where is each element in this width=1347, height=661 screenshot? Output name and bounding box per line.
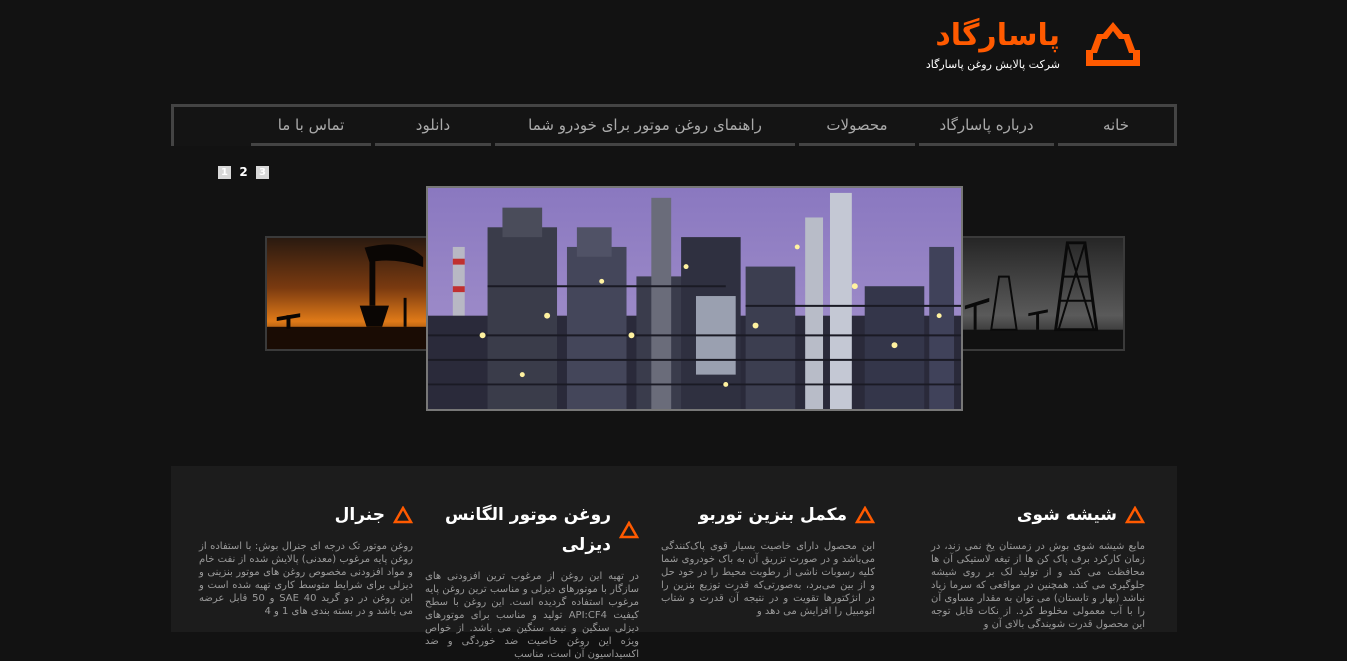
main-nav: خانه درباره پاسارگاد محصولات راهنمای روغ… bbox=[171, 104, 1177, 146]
product-title[interactable]: شیشه شوی bbox=[1017, 500, 1117, 530]
pager-page-1[interactable]: 1 bbox=[218, 166, 231, 179]
pyramid-bullet-icon bbox=[393, 506, 413, 524]
pager-page-2[interactable]: 2 bbox=[237, 166, 250, 179]
nav-item-download[interactable]: دانلود bbox=[375, 107, 491, 146]
pyramid-bullet-icon bbox=[619, 521, 639, 539]
nav-item-label: خانه bbox=[1102, 116, 1130, 134]
pyramid-bullet-icon bbox=[855, 506, 875, 524]
product-column: روغن موتور الگانس دیزلی در تهیه این روغن… bbox=[425, 500, 639, 661]
nav-item-label: محصولات bbox=[826, 116, 888, 134]
sunset-oil-pump-image bbox=[267, 238, 429, 349]
slide-left[interactable] bbox=[265, 236, 431, 351]
nav-item-products[interactable]: محصولات bbox=[799, 107, 915, 146]
slide-main[interactable] bbox=[426, 186, 963, 411]
product-heading: مکمل بنزین توربو bbox=[661, 500, 875, 530]
product-description: مایع شیشه شوی بوش در زمستان یخ نمی زند، … bbox=[931, 541, 1145, 630]
brand-title[interactable]: پاسارگاد bbox=[935, 18, 1060, 54]
product-description: روغن موتور تک درجه ای جنرال بوش: با استف… bbox=[199, 541, 413, 617]
nav-item-label: درباره پاسارگاد bbox=[939, 116, 1034, 134]
nav-item-oil-guide[interactable]: راهنمای روغن موتور برای خودرو شما bbox=[495, 107, 795, 146]
slider-pager: 1 2 3 bbox=[218, 166, 269, 179]
nav-item-label: دانلود bbox=[415, 116, 451, 134]
nav-item-label: راهنمای روغن موتور برای خودرو شما bbox=[528, 116, 762, 134]
pager-page-3[interactable]: 3 bbox=[256, 166, 269, 179]
products-panel: شیشه شوی مایع شیشه شوی بوش در زمستان یخ … bbox=[171, 466, 1177, 660]
pyramid-bullet-icon bbox=[1125, 506, 1145, 524]
product-heading: شیشه شوی bbox=[931, 500, 1145, 530]
oil-derricks-image bbox=[960, 238, 1123, 349]
product-title[interactable]: مکمل بنزین توربو bbox=[699, 500, 847, 530]
nav-item-contact[interactable]: تماس با ما bbox=[251, 107, 371, 146]
product-column: مکمل بنزین توربو این محصول دارای خاصیت ب… bbox=[661, 500, 875, 618]
product-title[interactable]: روغن موتور الگانس دیزلی bbox=[425, 500, 611, 560]
brand-subtitle: شرکت پالایش روغن پاسارگاد bbox=[925, 58, 1060, 71]
refinery-night-image bbox=[428, 188, 961, 409]
product-title[interactable]: جنرال bbox=[335, 500, 385, 530]
product-heading: جنرال bbox=[199, 500, 413, 530]
product-column: شیشه شوی مایع شیشه شوی بوش در زمستان یخ … bbox=[931, 500, 1145, 631]
pyramid-logo-icon bbox=[1086, 22, 1140, 66]
product-column: جنرال روغن موتور تک درجه ای جنرال بوش: ب… bbox=[199, 500, 413, 618]
nav-item-label: تماس با ما bbox=[277, 116, 345, 134]
product-description: این محصول دارای خاصیت بسیار قوی پاک‌کنند… bbox=[661, 541, 875, 617]
nav-item-home[interactable]: خانه bbox=[1058, 107, 1174, 146]
product-description: در تهیه این روغن از مرغوب ترین افزودنی ه… bbox=[425, 571, 639, 660]
nav-item-about[interactable]: درباره پاسارگاد bbox=[919, 107, 1054, 146]
slide-right[interactable] bbox=[958, 236, 1125, 351]
product-heading: روغن موتور الگانس دیزلی bbox=[425, 500, 639, 560]
